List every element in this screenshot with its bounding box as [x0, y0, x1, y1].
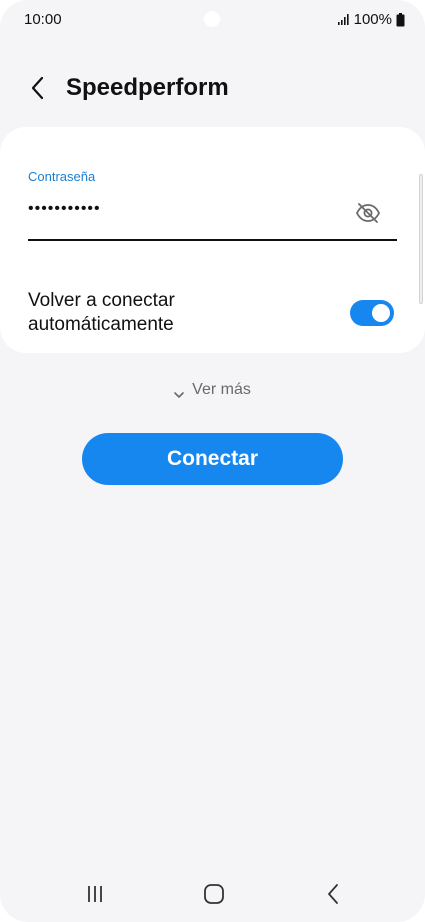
- see-more-label: Ver más: [192, 381, 251, 398]
- navigation-bar: [0, 870, 425, 918]
- status-bar: 10:00 100%: [0, 0, 425, 40]
- home-button[interactable]: [199, 882, 229, 906]
- back-arrow-icon: [31, 76, 44, 100]
- password-underline: [28, 239, 397, 241]
- back-icon: [328, 884, 338, 904]
- front-camera: [204, 11, 220, 27]
- page-title: Speedperform: [66, 74, 229, 101]
- phone-screen: 10:00 100% Speedperform Contraseña •••••…: [0, 0, 425, 922]
- signal-icon: [337, 13, 350, 26]
- header: Speedperform: [0, 62, 425, 118]
- battery-percentage: 100%: [353, 11, 392, 28]
- password-input[interactable]: •••••••••••: [28, 197, 328, 221]
- recents-button[interactable]: [80, 882, 110, 906]
- auto-reconnect-switch[interactable]: [350, 300, 394, 326]
- recents-icon: [88, 886, 102, 902]
- eye-slash-icon: [355, 203, 381, 223]
- switch-knob: [370, 302, 392, 324]
- toggle-password-visibility-button[interactable]: [352, 199, 384, 227]
- see-more-button[interactable]: Ver más: [0, 378, 425, 402]
- status-indicators: 100%: [337, 11, 405, 28]
- connect-button[interactable]: Conectar: [82, 433, 343, 485]
- password-label: Contraseña: [28, 169, 96, 184]
- home-icon: [204, 884, 224, 904]
- auto-reconnect-label: Volver a conectar automáticamente: [28, 290, 175, 335]
- settings-card: Contraseña ••••••••••• Volver a conectar…: [0, 127, 425, 353]
- back-button[interactable]: [22, 72, 54, 104]
- status-time: 10:00: [24, 11, 62, 28]
- battery-icon: [396, 12, 405, 27]
- chevron-down-icon: [174, 386, 184, 398]
- nav-back-button[interactable]: [318, 882, 348, 906]
- auto-reconnect-row[interactable]: Volver a conectar automáticamente: [0, 287, 425, 337]
- scroll-indicator[interactable]: [419, 174, 423, 304]
